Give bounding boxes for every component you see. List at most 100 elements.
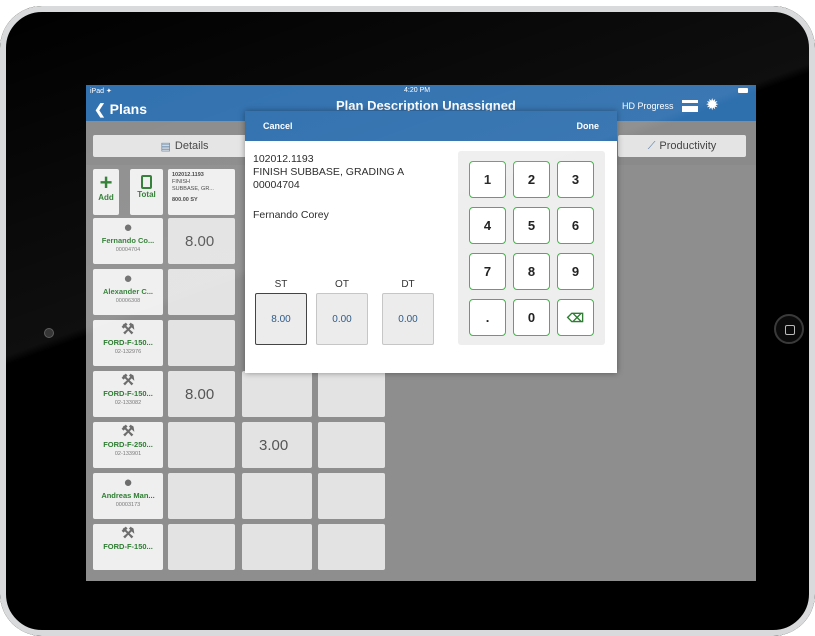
grid-cell[interactable] bbox=[318, 371, 385, 417]
total-label: Total bbox=[137, 190, 156, 199]
ot-label: OT bbox=[335, 279, 349, 290]
person-icon: ● bbox=[123, 270, 133, 287]
cell-value: 8.00 bbox=[185, 386, 215, 403]
row-name: Fernando Co... bbox=[101, 236, 155, 245]
key-decimal[interactable]: . bbox=[469, 299, 506, 336]
grid-cell[interactable] bbox=[168, 269, 235, 315]
person-icon: ● bbox=[123, 219, 133, 236]
add-label: Add bbox=[98, 193, 114, 202]
grid-cell[interactable]: 3.00 bbox=[242, 422, 312, 468]
key-9[interactable]: 9 bbox=[557, 253, 594, 290]
row-label[interactable]: ⚒ FORD-F-150... 02-133082 bbox=[93, 371, 163, 417]
hours-entry-dialog: Cancel Done 102012.1193 FINISH SUBBASE, … bbox=[245, 111, 617, 373]
ipad-device: iPad ✦ 4:20 PM ❮ Plans Plan Description … bbox=[0, 6, 815, 636]
grid-cell[interactable] bbox=[168, 524, 235, 570]
row-label[interactable]: ⚒ FORD-F-150... 02-132976 bbox=[93, 320, 163, 366]
dt-label: DT bbox=[401, 279, 415, 290]
st-hours-field[interactable]: 8.00 bbox=[255, 293, 307, 345]
tab-productivity-label: Productivity bbox=[659, 140, 717, 152]
tools-icon: ⚒ bbox=[121, 525, 135, 542]
row-label[interactable]: ● Alexander C... 00006308 bbox=[93, 269, 163, 315]
grid-cell[interactable] bbox=[242, 473, 312, 519]
row-label[interactable]: ● Andreas Man... 00003173 bbox=[93, 473, 163, 519]
back-label: Plans bbox=[109, 101, 147, 117]
battery-icon bbox=[738, 88, 748, 93]
numeric-keypad: 1 2 3 4 5 6 7 8 9 . 0 ⌫ bbox=[458, 151, 605, 345]
key-7[interactable]: 7 bbox=[469, 253, 506, 290]
dt-hours-field[interactable]: 0.00 bbox=[382, 293, 434, 345]
item-header-desc1: FINISH bbox=[172, 179, 191, 185]
key-6[interactable]: 6 bbox=[557, 207, 594, 244]
chevron-left-icon: ❮ bbox=[94, 101, 110, 117]
logo-text: HD Progress bbox=[622, 101, 674, 111]
grid-cell[interactable]: 8.00 bbox=[168, 218, 235, 264]
person-icon: ● bbox=[123, 474, 133, 491]
row-id: 02-133082 bbox=[114, 400, 142, 406]
grid-cell[interactable] bbox=[168, 422, 235, 468]
key-5[interactable]: 5 bbox=[513, 207, 550, 244]
key-0[interactable]: 0 bbox=[513, 299, 550, 336]
worker-id: 00004704 bbox=[253, 179, 300, 191]
item-header-desc2: SUBBASE, GR... bbox=[172, 186, 214, 192]
row-id: 00006308 bbox=[115, 298, 141, 304]
item-header-code: 102012.1193 bbox=[172, 172, 204, 178]
item-header-qty: 800.00 SY bbox=[172, 197, 198, 203]
backspace-icon[interactable]: ⌫ bbox=[557, 299, 594, 336]
cell-value: 3.00 bbox=[259, 437, 289, 454]
tools-icon: ⚒ bbox=[121, 321, 135, 338]
back-button[interactable]: ❮ Plans bbox=[94, 101, 147, 118]
home-square-icon bbox=[785, 325, 795, 335]
status-carrier: iPad ✦ bbox=[90, 88, 112, 95]
grid-cell[interactable] bbox=[318, 524, 385, 570]
calculator-icon bbox=[141, 175, 152, 189]
grid-cell[interactable] bbox=[318, 473, 385, 519]
plus-icon: + bbox=[99, 170, 113, 195]
row-name: FORD-F-150... bbox=[103, 338, 153, 347]
row-name: Alexander C... bbox=[102, 287, 154, 296]
ot-hours-field[interactable]: 0.00 bbox=[316, 293, 368, 345]
gear-icon[interactable]: ✹ bbox=[706, 98, 719, 114]
item-info: 102012.1193 FINISH SUBBASE, GRADING A 00… bbox=[253, 153, 404, 192]
tab-productivity[interactable]: ⟋ Productivity bbox=[618, 135, 746, 157]
row-name: Andreas Man... bbox=[101, 491, 155, 500]
row-name: FORD-F-150... bbox=[103, 542, 153, 551]
grid-cell[interactable] bbox=[242, 371, 312, 417]
key-4[interactable]: 4 bbox=[469, 207, 506, 244]
key-1[interactable]: 1 bbox=[469, 161, 506, 198]
row-label[interactable]: ⚒ FORD-F-250... 02-133901 bbox=[93, 422, 163, 468]
camera-icon bbox=[44, 328, 54, 338]
grid-cell[interactable] bbox=[168, 320, 235, 366]
grid-cell[interactable]: 8.00 bbox=[168, 371, 235, 417]
total-button[interactable]: Total bbox=[130, 169, 163, 215]
add-button[interactable]: + Add bbox=[93, 169, 119, 215]
document-icon: ▤ bbox=[160, 140, 171, 153]
row-id: 00003173 bbox=[115, 502, 141, 508]
row-id: 00004704 bbox=[115, 247, 141, 253]
home-button[interactable] bbox=[774, 314, 804, 344]
nav-actions: HD Progress ✹ bbox=[622, 98, 719, 114]
key-8[interactable]: 8 bbox=[513, 253, 550, 290]
item-header-cell[interactable]: 102012.1193 FINISH SUBBASE, GR... 800.00… bbox=[168, 169, 235, 215]
status-time: 4:20 PM bbox=[404, 87, 431, 94]
row-label[interactable]: ● Fernando Co... 00004704 bbox=[93, 218, 163, 264]
cell-value: 8.00 bbox=[185, 233, 215, 250]
grid-cell[interactable] bbox=[168, 473, 235, 519]
item-description: FINISH SUBBASE, GRADING A bbox=[253, 166, 405, 178]
worker-name: Fernando Corey bbox=[253, 209, 329, 221]
st-label: ST bbox=[274, 279, 288, 290]
grid-cell[interactable] bbox=[242, 524, 312, 570]
key-2[interactable]: 2 bbox=[513, 161, 550, 198]
row-name: FORD-F-250... bbox=[103, 440, 153, 449]
menu-icon[interactable] bbox=[681, 100, 698, 112]
row-label[interactable]: ⚒ FORD-F-150... bbox=[93, 524, 163, 570]
row-id: 02-133901 bbox=[114, 451, 142, 457]
chart-icon: ⟋ bbox=[647, 139, 656, 152]
key-3[interactable]: 3 bbox=[557, 161, 594, 198]
dialog-header: Cancel Done bbox=[245, 111, 617, 141]
item-code: 102012.1193 bbox=[253, 153, 314, 165]
cancel-button[interactable]: Cancel bbox=[263, 121, 293, 131]
done-button[interactable]: Done bbox=[577, 121, 600, 131]
grid-cell[interactable] bbox=[318, 422, 385, 468]
tools-icon: ⚒ bbox=[121, 372, 135, 389]
tab-details-label: Details bbox=[174, 140, 209, 152]
